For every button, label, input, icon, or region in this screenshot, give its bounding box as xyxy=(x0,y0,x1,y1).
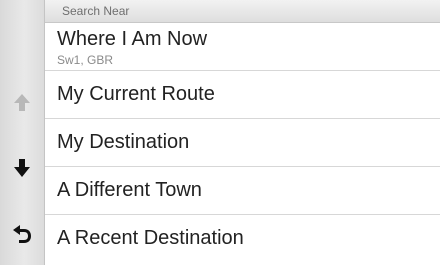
list-item-title: My Destination xyxy=(57,131,190,153)
screen-header: Search Near xyxy=(45,0,440,23)
list-item-title: My Current Route xyxy=(57,83,215,105)
arrow-up-icon xyxy=(14,94,30,111)
list-item-title: A Recent Destination xyxy=(57,227,244,249)
scroll-nav-bar xyxy=(0,0,45,265)
arrow-down-icon xyxy=(14,159,30,177)
back-arrow-icon xyxy=(13,225,31,243)
header-title: Search Near xyxy=(62,4,130,18)
search-near-list: Where I Am Now Sw1, GBR My Current Route… xyxy=(45,23,440,263)
list-item-a-different-town[interactable]: A Different Town xyxy=(45,167,440,215)
back-button[interactable] xyxy=(10,221,34,245)
list-item-my-current-route[interactable]: My Current Route xyxy=(45,71,440,119)
list-item-my-destination[interactable]: My Destination xyxy=(45,119,440,167)
search-near-screen: Search Near Where I Am Now Sw1, GBR My C… xyxy=(0,0,440,265)
list-item-title: A Different Town xyxy=(57,179,202,201)
list-item-title: Where I Am Now xyxy=(57,28,208,50)
list-item-a-recent-destination[interactable]: A Recent Destination xyxy=(45,215,440,263)
scroll-down-button[interactable] xyxy=(10,156,34,180)
list-item-where-i-am-now[interactable]: Where I Am Now Sw1, GBR xyxy=(45,23,440,71)
scroll-up-button[interactable] xyxy=(10,90,34,114)
list-item-subtitle: Sw1, GBR xyxy=(57,53,114,67)
